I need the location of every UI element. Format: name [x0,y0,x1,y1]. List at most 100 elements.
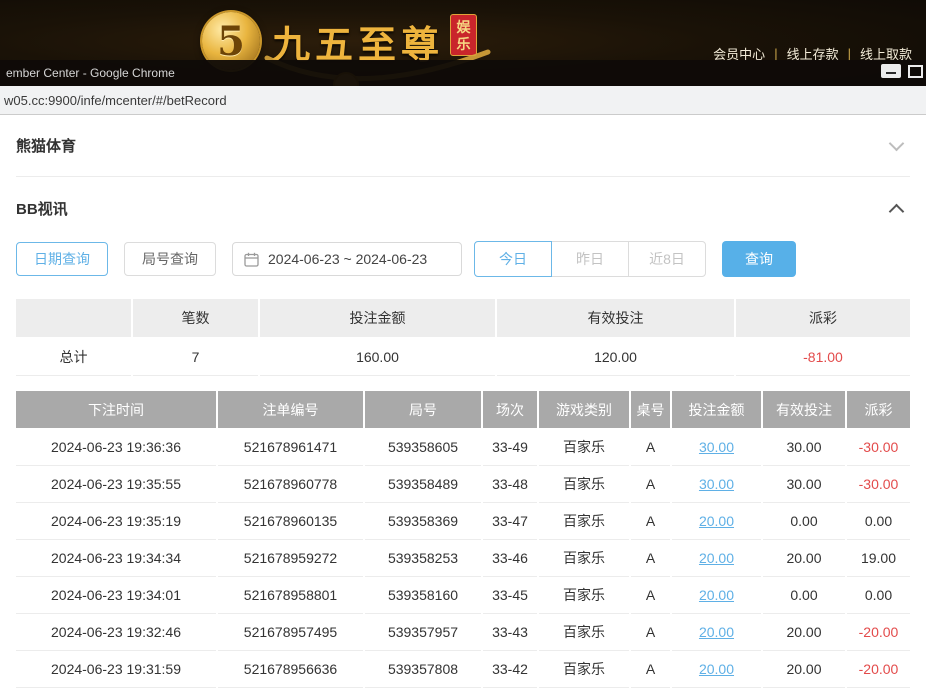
cell-table-no: A [631,577,670,614]
cell-bet-time: 2024-06-23 19:32:46 [16,614,216,651]
cell-bet-time: 2024-06-23 19:34:01 [16,577,216,614]
cell-payout: -20.00 [847,651,910,688]
cell-round-id: 539358160 [365,577,481,614]
minimize-button[interactable] [881,64,901,78]
cell-session: 33-45 [483,577,537,614]
search-button[interactable]: 查询 [722,241,796,277]
bet-amount-link[interactable]: 20.00 [672,614,761,651]
cell-bet-time: 2024-06-23 19:36:36 [16,429,216,466]
address-bar: w05.cc:9900/infe/mcenter/#/betRecord [0,86,926,115]
bet-amount-link[interactable]: 20.00 [672,577,761,614]
summary-header-count: 笔数 [133,299,258,337]
separator: | [848,46,851,61]
table-row: 2024-06-23 19:35:19 521678960135 5393583… [16,503,910,540]
tab-yesterday[interactable]: 昨日 [551,241,629,277]
cell-payout: 19.00 [847,540,910,577]
column-header-bet: 投注金额 [672,391,761,428]
cell-table-no: A [631,540,670,577]
cell-game-type: 百家乐 [539,651,629,688]
cell-session: 33-43 [483,614,537,651]
bet-amount-link[interactable]: 30.00 [672,466,761,503]
window-title: ember Center - Google Chrome [6,66,175,80]
cell-session: 33-46 [483,540,537,577]
quick-range-group: 今日 昨日 近8日 [474,241,706,277]
table-header-row: 下注时间 注单编号 局号 场次 游戏类别 桌号 投注金额 有效投注 派彩 [16,391,910,429]
column-header-game: 游戏类别 [539,391,629,428]
bet-amount-link[interactable]: 20.00 [672,540,761,577]
cell-table-no: A [631,503,670,540]
column-header-valid: 有效投注 [763,391,845,428]
separator: | [774,46,777,61]
cell-table-no: A [631,466,670,503]
table-row: 2024-06-23 19:31:59 521678956636 5393578… [16,651,910,688]
cell-valid-bet: 30.00 [763,429,845,466]
cell-payout: 0.00 [847,577,910,614]
cell-table-no: A [631,651,670,688]
logo-badge: 娱 乐 [450,14,477,56]
bet-record-table: 下注时间 注单编号 局号 场次 游戏类别 桌号 投注金额 有效投注 派彩 202… [16,391,910,688]
bet-amount-link[interactable]: 30.00 [672,429,761,466]
section-panda-sports[interactable]: 熊猫体育 [16,115,910,177]
round-query-button[interactable]: 局号查询 [124,242,216,276]
column-header-payout: 派彩 [847,391,910,428]
column-header-table: 桌号 [631,391,670,428]
summary-table: 笔数 投注金额 有效投注 派彩 总计 7 160.00 120.00 -81.0… [16,299,910,376]
logo-badge-char-bottom: 乐 [457,37,471,51]
cell-valid-bet: 20.00 [763,540,845,577]
summary-total-label: 总计 [16,339,131,376]
logo-coin-digit: 5 [217,18,245,65]
tab-today[interactable]: 今日 [474,241,552,277]
cell-game-type: 百家乐 [539,540,629,577]
date-query-button[interactable]: 日期查询 [16,242,108,276]
chevron-up-icon[interactable] [889,203,905,219]
cell-round-id: 539358369 [365,503,481,540]
summary-header-payout: 派彩 [736,299,910,337]
table-row: 2024-06-23 19:36:36 521678961471 5393586… [16,429,910,466]
table-row: 2024-06-23 19:35:55 521678960778 5393584… [16,466,910,503]
cell-bet-time: 2024-06-23 19:35:19 [16,503,216,540]
cell-valid-bet: 0.00 [763,503,845,540]
cell-session: 33-42 [483,651,537,688]
summary-total-payout: -81.00 [736,339,910,376]
window-titlebar: ember Center - Google Chrome [0,60,926,86]
cell-round-id: 539358605 [365,429,481,466]
summary-header-valid: 有效投注 [497,299,734,337]
cell-payout: -30.00 [847,429,910,466]
summary-total-valid: 120.00 [497,339,734,376]
cell-round-id: 539358253 [365,540,481,577]
url-text[interactable]: w05.cc:9900/infe/mcenter/#/betRecord [4,93,227,108]
bet-amount-link[interactable]: 20.00 [672,503,761,540]
tab-last-8-days[interactable]: 近8日 [628,241,706,277]
chevron-down-icon[interactable] [889,135,905,151]
cell-game-type: 百家乐 [539,614,629,651]
section-title: BB视讯 [16,198,68,219]
calendar-icon [244,252,259,267]
column-header-order: 注单编号 [218,391,363,428]
summary-header-row: 笔数 投注金额 有效投注 派彩 [16,299,910,337]
summary-total-row: 总计 7 160.00 120.00 -81.00 [16,339,910,376]
column-header-round: 局号 [365,391,481,428]
cell-game-type: 百家乐 [539,466,629,503]
summary-total-count: 7 [133,339,258,376]
filter-bar: 日期查询 局号查询 2024-06-23 ~ 2024-06-23 今日 昨日 … [16,241,910,277]
section-bb-video[interactable]: BB视讯 [16,177,910,239]
cell-valid-bet: 20.00 [763,651,845,688]
cell-round-id: 539357957 [365,614,481,651]
cell-valid-bet: 0.00 [763,577,845,614]
cell-bet-time: 2024-06-23 19:35:55 [16,466,216,503]
cell-order-id: 521678957495 [218,614,363,651]
cell-table-no: A [631,614,670,651]
cell-round-id: 539357808 [365,651,481,688]
maximize-button[interactable] [908,65,923,78]
window-controls [881,64,923,78]
cell-order-id: 521678958801 [218,577,363,614]
cell-order-id: 521678960135 [218,503,363,540]
cell-payout: 0.00 [847,503,910,540]
cell-table-no: A [631,429,670,466]
column-header-session: 场次 [483,391,537,428]
table-row: 2024-06-23 19:34:01 521678958801 5393581… [16,577,910,614]
table-row: 2024-06-23 19:32:46 521678957495 5393579… [16,614,910,651]
bet-amount-link[interactable]: 20.00 [672,651,761,688]
date-range-input[interactable]: 2024-06-23 ~ 2024-06-23 [232,242,462,276]
cell-payout: -30.00 [847,466,910,503]
